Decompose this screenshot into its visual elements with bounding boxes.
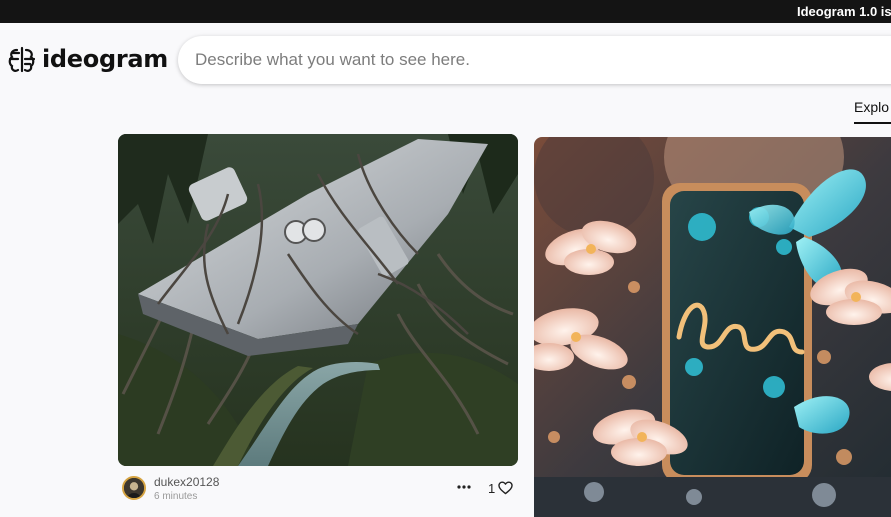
heart-icon[interactable]: [498, 481, 513, 495]
avatar[interactable]: [122, 476, 146, 500]
like-count: 1: [488, 481, 496, 496]
announcement-text[interactable]: Ideogram 1.0 is h: [797, 4, 891, 19]
announcement-banner[interactable]: Ideogram 1.0 is h: [0, 0, 891, 23]
tab-explore[interactable]: Explo: [854, 99, 889, 115]
feed-image-spaceship[interactable]: [118, 134, 518, 466]
logo[interactable]: ideogram: [8, 44, 168, 74]
feed-image-phone-flowers[interactable]: [534, 137, 891, 517]
prompt-input[interactable]: [178, 36, 891, 84]
logo-text: ideogram: [42, 45, 168, 73]
more-horizontal-icon[interactable]: [455, 480, 473, 494]
username[interactable]: dukex20128: [154, 475, 219, 489]
post-time: 6 minutes: [154, 491, 198, 502]
brain-logo-icon: [8, 46, 35, 73]
tab-active-indicator: [854, 122, 891, 124]
prompt-search-bar[interactable]: [178, 36, 891, 84]
